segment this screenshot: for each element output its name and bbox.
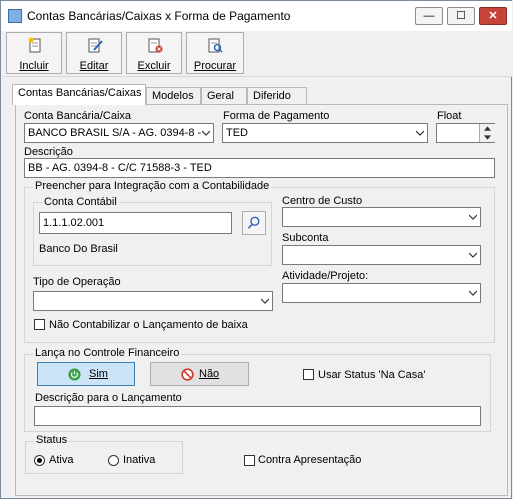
close-button[interactable]: ✕ (479, 7, 507, 25)
magnifier-icon (247, 216, 260, 229)
conta-contabil-input[interactable]: 1.1.1.02.001 (39, 212, 232, 234)
search-document-icon (208, 38, 223, 53)
subconta-label: Subconta (282, 232, 329, 244)
tab-geral[interactable]: Geral (201, 87, 247, 104)
descricao-value: BB - AG. 0394-8 - C/C 71588-3 - TED (28, 162, 212, 174)
conta-contabil-label: Conta Contábil (42, 196, 119, 208)
usar-status-label: Usar Status 'Na Casa' (318, 369, 426, 381)
tab-modelos[interactable]: Modelos (146, 87, 201, 104)
float-spin-down[interactable] (479, 133, 495, 142)
inativa-radio[interactable] (108, 455, 119, 466)
editar-button[interactable]: Editar (66, 32, 122, 74)
maximize-button[interactable]: ☐ (447, 7, 475, 25)
centro-custo-select[interactable] (282, 207, 481, 227)
window-title: Contas Bancárias/Caixas x Forma de Pagam… (27, 9, 291, 23)
power-on-icon (68, 368, 81, 381)
toolbar: Incluir Editar Excluir Procurar (2, 31, 512, 77)
chevron-down-icon (469, 252, 477, 258)
nao-label: Não (199, 368, 220, 380)
descricao-input[interactable]: BB - AG. 0394-8 - C/C 71588-3 - TED (24, 158, 495, 178)
procurar-button[interactable]: Procurar (186, 32, 244, 74)
sim-button[interactable]: Sim (37, 362, 135, 386)
sim-label: Sim (89, 368, 108, 380)
nao-contabilizar-label: Não Contabilizar o Lançamento de baixa (49, 319, 248, 331)
chevron-down-icon (416, 130, 424, 136)
tab-contas-bancarias[interactable]: Contas Bancárias/Caixas (12, 84, 146, 105)
subconta-select[interactable] (282, 245, 481, 265)
forma-pagamento-select[interactable]: TED (222, 123, 428, 143)
centro-custo-label: Centro de Custo (282, 195, 363, 207)
float-label: Float (437, 110, 462, 122)
ativa-radio[interactable] (34, 455, 45, 466)
contra-apresentacao-label: Contra Apresentação (258, 454, 362, 466)
status-title: Status (34, 434, 70, 446)
ativa-label: Ativa (49, 454, 74, 466)
app-icon (8, 9, 22, 23)
chevron-down-icon (469, 290, 477, 296)
title-bar: Contas Bancárias/Caixas x Forma de Pagam… (1, 1, 512, 31)
atividade-projeto-label: Atividade/Projeto: (282, 270, 369, 282)
nao-contabilizar-checkbox[interactable] (34, 319, 45, 330)
descricao-lancamento-input[interactable] (34, 406, 481, 426)
conta-contabil-search-button[interactable] (242, 211, 266, 235)
excluir-button[interactable]: Excluir (126, 32, 182, 74)
chevron-down-icon (202, 130, 210, 136)
usar-status-checkbox[interactable] (303, 369, 314, 380)
chevron-down-icon (469, 214, 477, 220)
conta-contabil-value: 1.1.1.02.001 (43, 217, 105, 229)
controle-financeiro-title: Lança no Controle Financeiro (33, 347, 182, 359)
conta-bancaria-select[interactable]: BANCO BRASIL S/A - AG. 0394-8 - (24, 123, 214, 143)
forma-pagamento-label: Forma de Pagamento (223, 110, 330, 122)
main-window: Contas Bancárias/Caixas x Forma de Pagam… (0, 0, 512, 499)
procurar-label: Procurar (193, 60, 237, 72)
contabilidade-group-title: Preencher para Integração com a Contabil… (33, 180, 272, 192)
contra-apresentacao-checkbox[interactable] (244, 455, 255, 466)
minimize-button[interactable]: — (415, 7, 443, 25)
tipo-operacao-select[interactable] (33, 291, 273, 311)
excluir-label: Excluir (137, 60, 171, 72)
incluir-label: Incluir (19, 60, 49, 72)
edit-document-icon (88, 38, 103, 53)
nao-button[interactable]: Não (150, 362, 249, 386)
chevron-down-icon (261, 298, 269, 304)
descricao-label: Descrição (24, 146, 73, 158)
conta-contabil-desc: Banco Do Brasil (39, 243, 118, 255)
editar-label: Editar (79, 60, 109, 72)
caret-up-icon (484, 126, 491, 131)
tipo-operacao-label: Tipo de Operação (33, 276, 121, 288)
new-document-icon (28, 37, 41, 53)
atividade-projeto-select[interactable] (282, 283, 481, 303)
delete-document-icon (148, 38, 163, 53)
descricao-lancamento-label: Descrição para o Lançamento (35, 392, 182, 404)
conta-bancaria-label: Conta Bancária/Caixa (24, 110, 132, 122)
forbidden-icon (181, 368, 194, 381)
conta-bancaria-value: BANCO BRASIL S/A - AG. 0394-8 - (28, 127, 202, 139)
forma-pagamento-value: TED (226, 127, 248, 139)
tab-diferido[interactable]: Diferido (247, 87, 307, 104)
inativa-label: Inativa (123, 454, 156, 466)
caret-down-icon (484, 135, 491, 140)
incluir-button[interactable]: Incluir (6, 32, 62, 74)
